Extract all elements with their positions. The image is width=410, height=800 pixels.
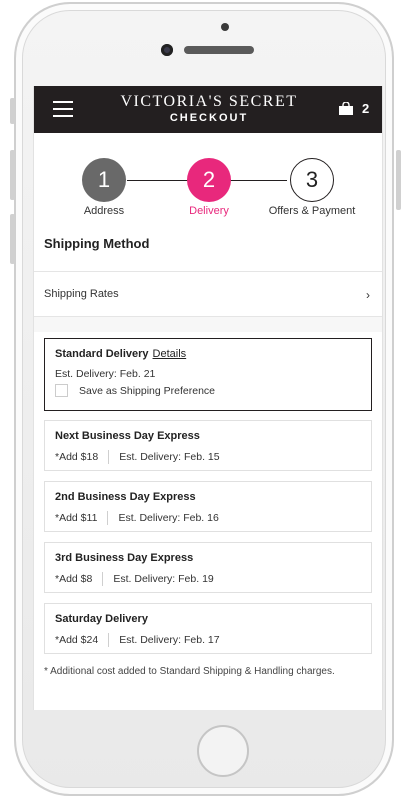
shipping-method-heading: Shipping Method (44, 236, 150, 251)
home-button[interactable] (197, 725, 249, 777)
step-1-label[interactable]: Address (49, 205, 159, 217)
proximity-sensor (221, 23, 229, 31)
volume-up-button (10, 150, 15, 200)
chevron-right-icon: › (366, 288, 370, 302)
option-meta: *Add $8 Est. Delivery: Feb. 19 (55, 572, 214, 586)
details-link[interactable]: Details (153, 348, 187, 360)
brand-logo[interactable]: VICTORIA'S SECRET (34, 93, 382, 111)
option-meta: *Add $24 Est. Delivery: Feb. 17 (55, 633, 220, 647)
bag-count[interactable]: 2 (362, 101, 369, 116)
option-cost: *Add $11 (55, 511, 98, 524)
save-preference-label[interactable]: Save as Shipping Preference (79, 385, 215, 397)
shopping-bag-icon[interactable] (339, 102, 353, 115)
shipping-option-2nd-day[interactable]: 2nd Business Day Express *Add $11 Est. De… (44, 481, 372, 532)
earpiece-speaker (184, 46, 254, 54)
shipping-option-3rd-day[interactable]: 3rd Business Day Express *Add $8 Est. Del… (44, 542, 372, 593)
separator (108, 450, 110, 464)
option-name: 3rd Business Day Express (55, 552, 194, 564)
shipping-option-saturday[interactable]: Saturday Delivery *Add $24 Est. Delivery:… (44, 603, 372, 654)
separator (107, 511, 109, 525)
option-delivery-date: Est. Delivery: Feb. 19 (113, 572, 214, 585)
option-name: Standard Delivery (55, 348, 149, 360)
option-meta: *Add $18 Est. Delivery: Feb. 15 (55, 450, 220, 464)
option-title: Standard Delivery Details (55, 348, 186, 360)
power-button (396, 150, 401, 210)
option-delivery-date: Est. Delivery: Feb. 17 (119, 633, 220, 646)
screen: VICTORIA'S SECRET CHECKOUT 2 1 2 3 Addre… (33, 86, 383, 710)
top-bar: VICTORIA'S SECRET CHECKOUT 2 (34, 86, 382, 133)
option-name: 2nd Business Day Express (55, 491, 196, 503)
mute-switch (10, 98, 15, 124)
option-delivery-date: Est. Delivery: Feb. 15 (119, 450, 220, 463)
step-2-label: Delivery (189, 205, 229, 217)
shipping-rates-row[interactable]: Shipping Rates › (34, 272, 382, 316)
save-preference-checkbox[interactable] (55, 384, 68, 397)
shipping-option-standard[interactable]: Standard Delivery Details Est. Delivery: … (44, 338, 372, 411)
option-meta: *Add $11 Est. Delivery: Feb. 16 (55, 511, 219, 525)
option-cost: *Add $24 (55, 633, 99, 646)
step-1-circle[interactable]: 1 (82, 158, 126, 202)
front-camera (161, 44, 173, 56)
step-3-circle: 3 (290, 158, 334, 202)
shipping-rates-label: Shipping Rates (44, 288, 119, 300)
option-delivery-date: Est. Delivery: Feb. 16 (118, 511, 219, 524)
option-name: Next Business Day Express (55, 430, 200, 442)
section-spacer (34, 317, 382, 332)
step-3-label: Offers & Payment (268, 205, 356, 217)
shipping-footnote: * Additional cost added to Standard Ship… (44, 666, 335, 677)
step-2-circle: 2 (187, 158, 231, 202)
option-cost: *Add $8 (55, 572, 93, 585)
volume-down-button (10, 214, 15, 264)
option-delivery-date: Est. Delivery: Feb. 21 (55, 368, 156, 380)
option-cost: *Add $18 (55, 450, 99, 463)
option-name: Saturday Delivery (55, 613, 148, 625)
shipping-option-next-day[interactable]: Next Business Day Express *Add $18 Est. D… (44, 420, 372, 471)
separator (102, 572, 104, 586)
separator (108, 633, 110, 647)
page-title: CHECKOUT (169, 112, 249, 124)
